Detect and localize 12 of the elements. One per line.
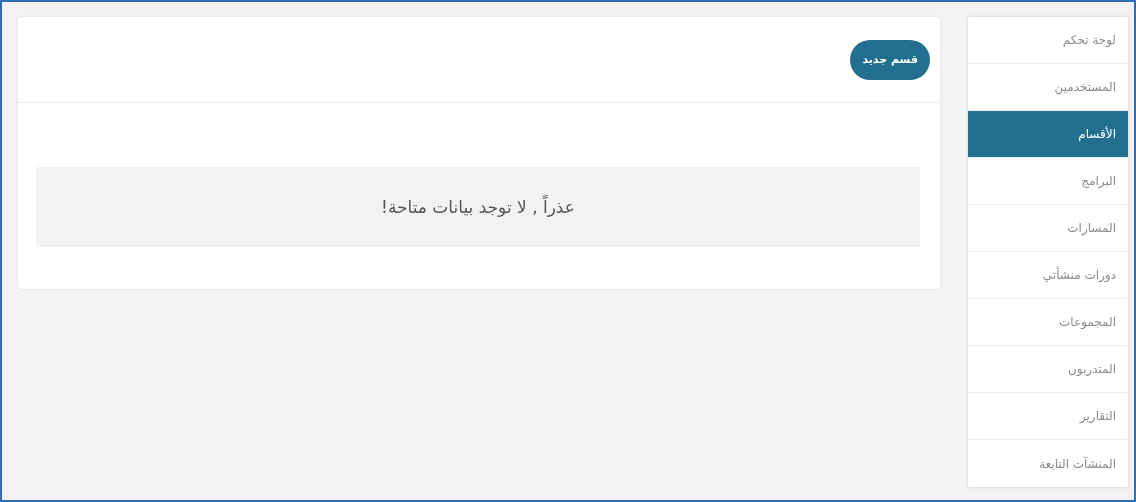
empty-message: عذراً , لا توجد بيانات متاحة! [381,197,575,217]
sidebar-item[interactable]: التقارير [968,393,1128,440]
sidebar-item[interactable]: لوحة تحكم [968,17,1128,64]
sidebar-item[interactable]: المجموعات [968,299,1128,346]
sidebar-item[interactable]: البرامج [968,158,1128,205]
sidebar-item[interactable]: المستخدمين [968,64,1128,111]
sidebar-item[interactable]: المتدربون [968,346,1128,393]
sidebar-item[interactable]: دورات منشأتي [968,252,1128,299]
sidebar-item[interactable]: المنشآت التابعة [968,440,1128,487]
new-section-button[interactable]: قسم جديد [850,39,930,80]
sidebar-item[interactable]: الأقسام [968,111,1128,158]
sidebar-item[interactable]: المسارات [968,205,1128,252]
